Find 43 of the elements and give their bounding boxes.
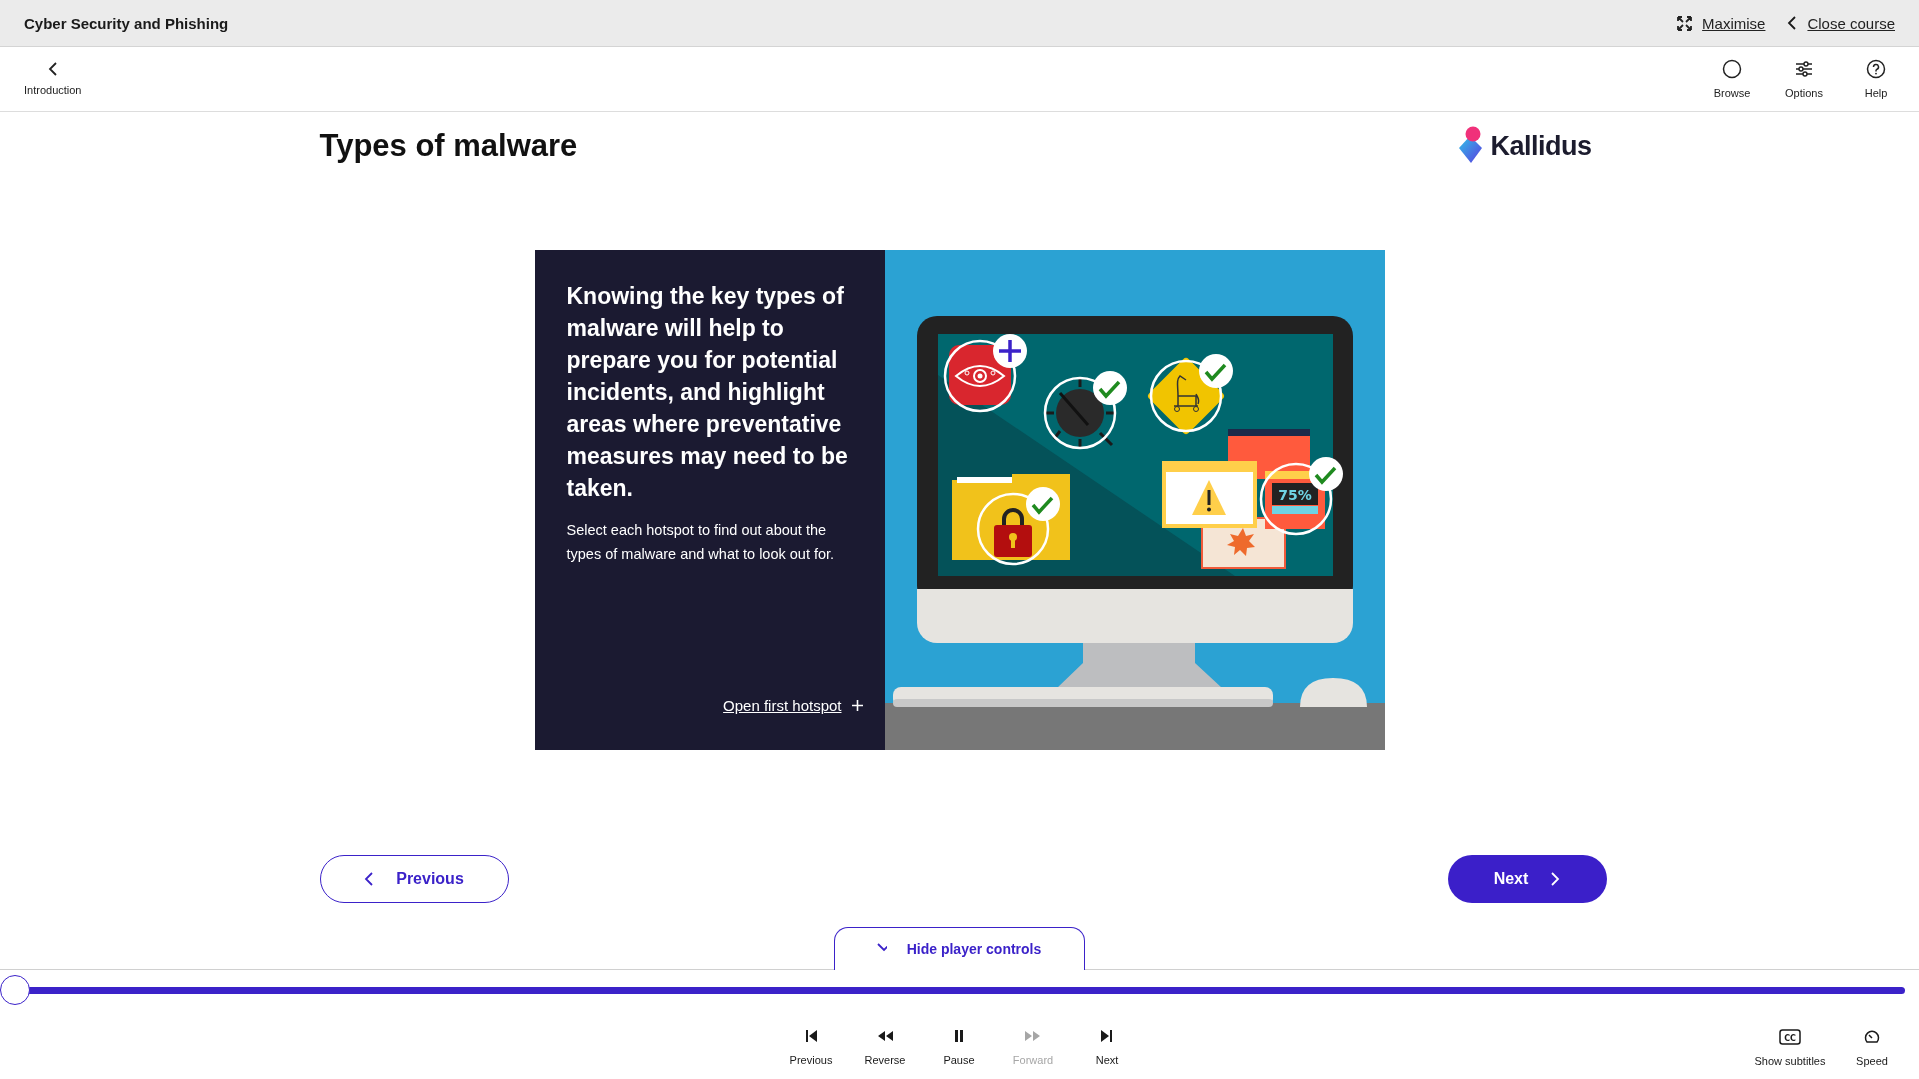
next-control[interactable]: Next — [1070, 1020, 1144, 1078]
slide-title: Types of malware — [319, 128, 578, 164]
maximise-link[interactable]: Maximise — [1702, 14, 1766, 32]
expand-icon — [1677, 15, 1693, 31]
next-button[interactable]: Next — [1447, 855, 1607, 903]
plus-icon — [851, 700, 863, 711]
hotspot-button[interactable] — [976, 487, 1060, 566]
previous-control[interactable]: Previous — [774, 1020, 848, 1078]
browse-button[interactable]: Browse — [1701, 47, 1763, 111]
open-hotspot-link[interactable]: Open first hotspot — [723, 697, 842, 714]
progress-thumb[interactable] — [0, 975, 30, 1005]
skip-back-icon — [803, 1028, 819, 1044]
chevron-icon — [1787, 16, 1798, 30]
rewind-icon — [877, 1028, 893, 1044]
hotspot-button[interactable] — [1042, 371, 1127, 451]
chevron-icon — [1550, 872, 1561, 886]
hide-player-controls-tab[interactable]: Hide player controls — [833, 927, 1085, 970]
computer-mouse-drawing — [1299, 678, 1367, 707]
chevron-icon — [364, 872, 375, 886]
circle-icon — [1722, 59, 1742, 79]
fast-forward-icon — [1025, 1028, 1041, 1044]
panel-heading: Knowing the key types of malware will help to prepare you for potential incidents, and highlight areas where preventative measures may need to be taken. — [566, 282, 849, 503]
subtitles-button[interactable]: CC Show subtitles — [1753, 1021, 1827, 1079]
pause-control[interactable]: Pause — [922, 1020, 996, 1078]
help-button[interactable]: Help — [1845, 47, 1907, 111]
sliders-icon — [1794, 59, 1814, 79]
help-icon — [1866, 59, 1886, 79]
speed-button[interactable]: Speed — [1835, 1021, 1909, 1079]
chevron-icon — [47, 62, 58, 76]
closed-captions-icon: CC — [1779, 1029, 1801, 1045]
reverse-control[interactable]: Reverse — [848, 1020, 922, 1078]
hotspot-button[interactable] — [943, 334, 1027, 413]
previous-button[interactable]: Previous — [319, 855, 509, 903]
course-title: Cyber Security and Phishing — [24, 14, 230, 32]
skip-forward-icon — [1099, 1028, 1115, 1044]
options-button[interactable]: Options — [1773, 47, 1835, 111]
hotspot-button[interactable] — [1145, 354, 1233, 436]
back-button[interactable]: Introduction — [18, 47, 88, 111]
padlock-icon — [993, 508, 1032, 557]
panel-instructions: Select each hotspot to find out about the types of malware and what to look out for. — [566, 521, 836, 564]
gauge-icon — [1864, 1029, 1880, 1045]
logo-text: Kallidus — [1490, 130, 1592, 162]
close-course-link[interactable]: Close course — [1807, 14, 1895, 32]
